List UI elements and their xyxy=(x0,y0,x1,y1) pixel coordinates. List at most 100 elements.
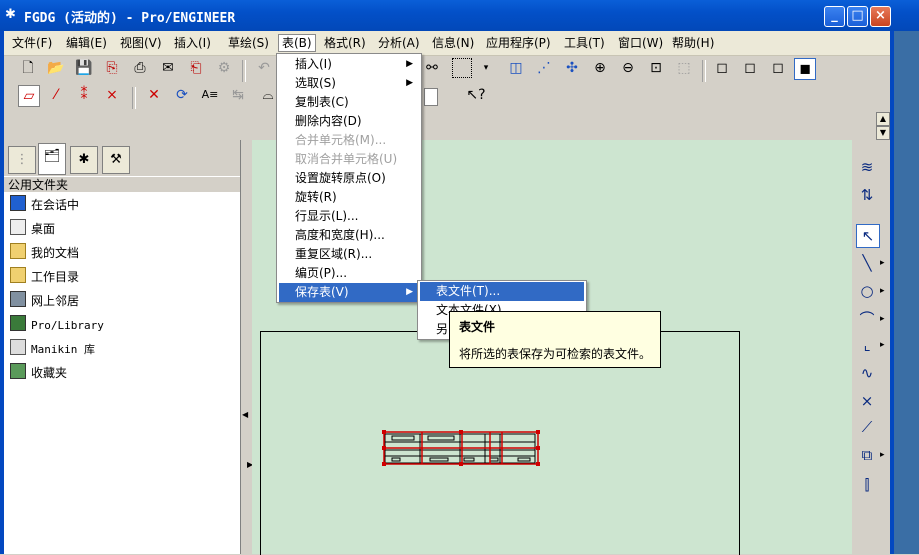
menu-item-select[interactable]: 选取(S) ▶ xyxy=(279,74,419,93)
circle-flyout-icon[interactable]: ▸ xyxy=(880,280,885,302)
context-help-icon[interactable]: ↖? xyxy=(466,85,486,105)
save-copy-icon[interactable]: ⎘ xyxy=(102,58,122,78)
hidden-line-icon[interactable]: ◻ xyxy=(740,58,760,78)
fillet-icon[interactable]: ⌞ xyxy=(856,334,878,356)
menu-item-height-width[interactable]: 高度和宽度(H)... xyxy=(279,226,419,245)
datum-point-display-icon[interactable]: ⁑ xyxy=(74,85,94,105)
toolbar-area: 🗋 📂 💾 ⎘ ⎙ ✉ ⎗ ⚙ ↶ ⚯ ▾ ◫ ⋰ ✣ ⊕ ⊖ ⊡ ⬚ ◻ ◻ … xyxy=(4,56,890,140)
new-file-icon[interactable]: 🗋 xyxy=(18,58,38,78)
close-button[interactable]: × xyxy=(870,6,891,27)
menu-info[interactable]: 信息(N) xyxy=(429,34,477,52)
favorites-tab-icon[interactable]: ✱ xyxy=(70,146,98,174)
offset-edge-icon[interactable]: ⟋ xyxy=(856,416,878,438)
menu-item-label: 删除内容(D) xyxy=(295,114,362,128)
proe-logo-icon: ✱ xyxy=(5,7,16,22)
menu-item-repeat-region[interactable]: 重复区域(R)... xyxy=(279,245,419,264)
menu-item-label: 插入(I) xyxy=(295,57,332,71)
arc-icon[interactable]: ⌒ xyxy=(856,308,878,330)
repaint-icon[interactable]: ◫ xyxy=(506,58,526,78)
menu-help[interactable]: 帮助(H) xyxy=(669,34,717,52)
menu-view[interactable]: 视图(V) xyxy=(117,34,165,52)
use-edge-icon[interactable]: ⧉ xyxy=(856,444,878,466)
shading-icon[interactable]: ◼ xyxy=(794,58,816,80)
collapse-left-icon[interactable]: ◀ xyxy=(242,410,248,419)
menu-edit[interactable]: 编辑(E) xyxy=(63,34,110,52)
circle-icon[interactable]: ○ xyxy=(856,280,878,302)
toolbar-input-field[interactable] xyxy=(424,88,438,106)
select-arrow-icon[interactable]: ↖ xyxy=(856,224,880,248)
title-bar[interactable]: ✱ FGDG (活动的) - Pro/ENGINEER _ □ × xyxy=(0,0,919,31)
folder-item-network[interactable]: 网上邻居 xyxy=(10,291,79,311)
menu-item-pagination[interactable]: 编页(P)... xyxy=(279,264,419,283)
menu-item-insert[interactable]: 插入(I) ▶ xyxy=(279,55,419,74)
folder-header: 公用文件夹 xyxy=(4,176,244,193)
folder-item-my-documents[interactable]: 我的文档 xyxy=(10,243,79,263)
menu-applications[interactable]: 应用程序(P) xyxy=(483,34,554,52)
no-hidden-icon[interactable]: ◻ xyxy=(768,58,788,78)
connections-tab-icon[interactable]: ⚒ xyxy=(102,146,130,174)
delete-icon[interactable]: ✕ xyxy=(144,85,164,105)
undo-icon[interactable]: ↶ xyxy=(254,58,274,78)
spin-center-icon[interactable]: ✣ xyxy=(562,58,582,78)
selection-dropdown-icon[interactable]: ▾ xyxy=(476,58,496,78)
model-tree-tab-icon[interactable]: ⋮ xyxy=(8,146,36,174)
toolbar-scroll-down-icon[interactable]: ▼ xyxy=(876,126,890,140)
submenu-arrow-icon: ▶ xyxy=(406,59,413,69)
find-binoculars-icon[interactable]: ⚯ xyxy=(422,58,442,78)
menu-table[interactable]: 表(B) xyxy=(278,34,316,52)
menu-tools[interactable]: 工具(T) xyxy=(561,34,608,52)
text-style-icon[interactable]: A≡ xyxy=(200,85,220,105)
toolbar-scroll-up-icon[interactable]: ▲ xyxy=(876,112,890,126)
save-icon[interactable]: 💾 xyxy=(74,58,94,78)
table-drawing[interactable] xyxy=(380,428,542,466)
orient-icon[interactable]: ⋰ xyxy=(534,58,554,78)
wireframe-icon[interactable]: ◻ xyxy=(712,58,732,78)
folder-item-pro-library[interactable]: Pro/Library xyxy=(10,315,104,335)
menu-item-set-rotation-origin[interactable]: 设置旋转原点(O) xyxy=(279,169,419,188)
print-icon[interactable]: ⎙ xyxy=(130,58,150,78)
line-flyout-icon[interactable]: ▸ xyxy=(880,252,885,274)
folder-item-desktop[interactable]: 桌面 xyxy=(10,219,55,239)
toolbar-separator xyxy=(242,60,246,82)
dimension-icon[interactable]: ⇅ xyxy=(856,184,878,206)
datum-plane-display-icon[interactable]: ▱ xyxy=(18,85,40,107)
line-icon[interactable]: ╲ xyxy=(856,252,878,274)
arc-flyout-icon[interactable]: ▸ xyxy=(880,308,885,330)
menu-format[interactable]: 格式(R) xyxy=(321,34,369,52)
export-pdf-icon[interactable]: ⎗ xyxy=(186,58,206,78)
fillet-flyout-icon[interactable]: ▸ xyxy=(880,334,885,356)
submenu-item-table-file[interactable]: 表文件(T)... xyxy=(420,282,584,301)
folder-item-manikin-library[interactable]: Manikin 库 xyxy=(10,339,95,359)
folder-item-session[interactable]: 在会话中 xyxy=(10,195,79,215)
zoom-in-icon[interactable]: ⊕ xyxy=(590,58,610,78)
menu-item-delete-content[interactable]: 删除内容(D) xyxy=(279,112,419,131)
sketch-icon[interactable]: ⌓ xyxy=(258,85,278,105)
menu-file[interactable]: 文件(F) xyxy=(9,34,55,52)
note-icon[interactable]: ≋ xyxy=(856,156,878,178)
regenerate-draft-icon[interactable]: ⟳ xyxy=(172,85,192,105)
open-file-icon[interactable]: 📂 xyxy=(46,58,66,78)
maximize-button[interactable]: □ xyxy=(847,6,868,27)
point-icon[interactable]: × xyxy=(856,390,878,412)
menu-item-rotate[interactable]: 旋转(R) xyxy=(279,188,419,207)
minimize-button[interactable]: _ xyxy=(824,6,845,27)
menu-item-line-display[interactable]: 行显示(L)... xyxy=(279,207,419,226)
folder-browser-tab-icon[interactable]: 🗂 xyxy=(38,143,66,175)
menu-analysis[interactable]: 分析(A) xyxy=(375,34,423,52)
menu-item-copy-table[interactable]: 复制表(C) xyxy=(279,93,419,112)
selection-box-icon[interactable] xyxy=(452,58,472,78)
mirror-icon[interactable]: ⫿ xyxy=(856,474,878,496)
send-mail-icon[interactable]: ✉ xyxy=(158,58,178,78)
menu-sketch[interactable]: 草绘(S) xyxy=(225,34,272,52)
use-edge-flyout-icon[interactable]: ▸ xyxy=(880,444,885,466)
coordinate-system-display-icon[interactable]: ⨯ xyxy=(102,85,122,105)
menu-window[interactable]: 窗口(W) xyxy=(615,34,666,52)
spline-icon[interactable]: ∿ xyxy=(856,362,878,384)
folder-item-working-directory[interactable]: 工作目录 xyxy=(10,267,79,287)
zoom-out-icon[interactable]: ⊖ xyxy=(618,58,638,78)
folder-item-favorites[interactable]: 收藏夹 xyxy=(10,363,67,383)
datum-axis-display-icon[interactable]: ⁄ xyxy=(46,85,66,105)
menu-item-save-table[interactable]: 保存表(V) ▶ xyxy=(279,283,419,302)
menu-insert[interactable]: 插入(I) xyxy=(171,34,214,52)
refit-icon[interactable]: ⊡ xyxy=(646,58,666,78)
